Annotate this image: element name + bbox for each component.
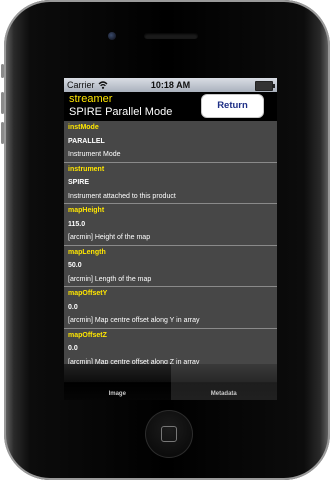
metadata-value: 0.0 xyxy=(68,303,78,311)
metadata-list[interactable]: instMode PARALLEL Instrument Mode instru… xyxy=(64,121,277,364)
tab-metadata[interactable]: Metadata xyxy=(170,364,277,400)
metadata-item[interactable]: instrument SPIRE Instrument attached to … xyxy=(64,163,277,204)
mute-switch[interactable] xyxy=(1,64,4,78)
metadata-description: Instrument attached to this product xyxy=(68,192,176,200)
metadata-item[interactable]: mapOffsetY 0.0 [arcmin] Map centre offse… xyxy=(64,287,277,329)
metadata-key: mapOffsetY xyxy=(68,290,108,297)
tab-image[interactable]: Image xyxy=(64,364,171,400)
metadata-key: instrument xyxy=(68,165,105,173)
metadata-value: 50.0 xyxy=(68,262,82,269)
metadata-value: 115.0 xyxy=(68,220,86,228)
metadata-item[interactable]: mapOffsetZ 0.0 [arcmin] Map centre offse… xyxy=(64,329,277,365)
metadata-item[interactable]: mapHeight 115.0 [arcmin] Height of the m… xyxy=(64,204,277,246)
earpiece-speaker xyxy=(144,33,198,39)
volume-up-button[interactable] xyxy=(1,92,4,114)
battery-icon xyxy=(255,81,275,91)
tab-metadata-label: Metadata xyxy=(210,391,237,397)
metadata-item[interactable]: mapLength 50.0 [arcmin] Length of the ma… xyxy=(64,246,277,287)
phone-frame: Carrier 10:18 AM streamer SPIRE Parallel… xyxy=(1,0,330,480)
metadata-description: [arcmin] Map centre offset along Z in ar… xyxy=(68,358,200,365)
metadata-key: mapLength xyxy=(68,248,106,256)
metadata-description: [arcmin] Map centre offset along Y in ar… xyxy=(68,317,200,324)
tab-bar: Image Metadata xyxy=(64,364,277,400)
camera-icon xyxy=(108,32,116,40)
metadata-description: [arcmin] Height of the map xyxy=(68,234,151,241)
metadata-item[interactable]: instMode PARALLEL Instrument Mode xyxy=(64,121,277,163)
return-button[interactable]: Return xyxy=(201,94,264,118)
metadata-key: mapOffsetZ xyxy=(68,331,107,339)
metadata-key: mapHeight xyxy=(68,207,105,214)
metadata-description: [arcmin] Length of the map xyxy=(68,275,152,283)
product-subtitle: SPIRE Parallel Mode xyxy=(69,106,173,118)
metadata-value: SPIRE xyxy=(68,179,90,186)
metadata-value: PARALLEL xyxy=(68,137,105,145)
title-bar: streamer SPIRE Parallel Mode Return xyxy=(64,92,277,121)
home-button[interactable] xyxy=(145,410,193,458)
screen: Carrier 10:18 AM streamer SPIRE Parallel… xyxy=(64,78,277,400)
home-square-icon xyxy=(161,426,177,442)
volume-down-button[interactable] xyxy=(1,122,4,144)
tab-image-label: Image xyxy=(108,391,126,397)
product-name: streamer xyxy=(69,93,113,105)
clock: 10:18 AM xyxy=(150,79,191,90)
metadata-value: 0.0 xyxy=(68,345,78,352)
status-bar: Carrier 10:18 AM xyxy=(64,78,277,92)
metadata-description: Instrument Mode xyxy=(68,151,121,158)
metadata-key: instMode xyxy=(68,124,99,131)
